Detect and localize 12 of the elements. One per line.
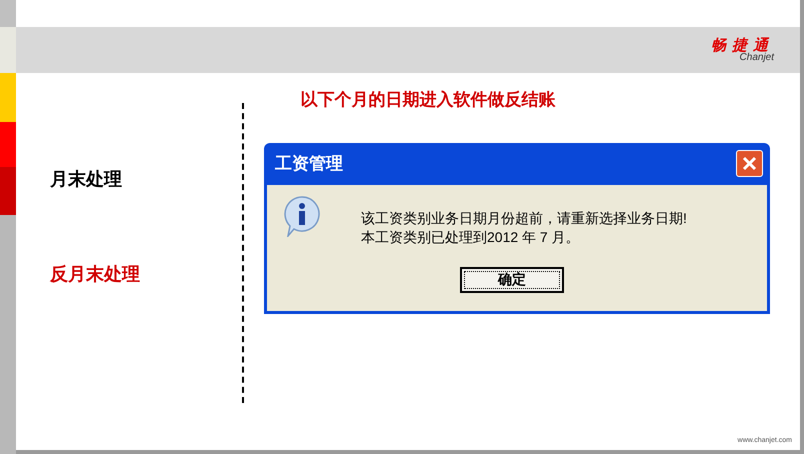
message-text: 该工资类别业务日期月份超前，请重新选择业务日期! — [361, 208, 687, 228]
info-icon — [283, 194, 321, 236]
slide-heading: 以下个月的日期进入软件做反结账 — [300, 89, 556, 111]
ok-button[interactable]: 确定 — [460, 266, 564, 292]
logo-subtitle: Chanjet — [740, 52, 774, 62]
menu-item[interactable]: 月末处理 — [50, 166, 242, 192]
close-button[interactable] — [736, 150, 763, 177]
dialog-title: 工资管理 — [275, 152, 343, 175]
logo-name: 畅捷通 — [711, 38, 774, 52]
close-icon — [742, 156, 757, 171]
message-text: 本工资类别已处理到2012 年 7 月。 — [361, 228, 581, 246]
menu-item[interactable]: 反月末处理 — [50, 260, 242, 288]
